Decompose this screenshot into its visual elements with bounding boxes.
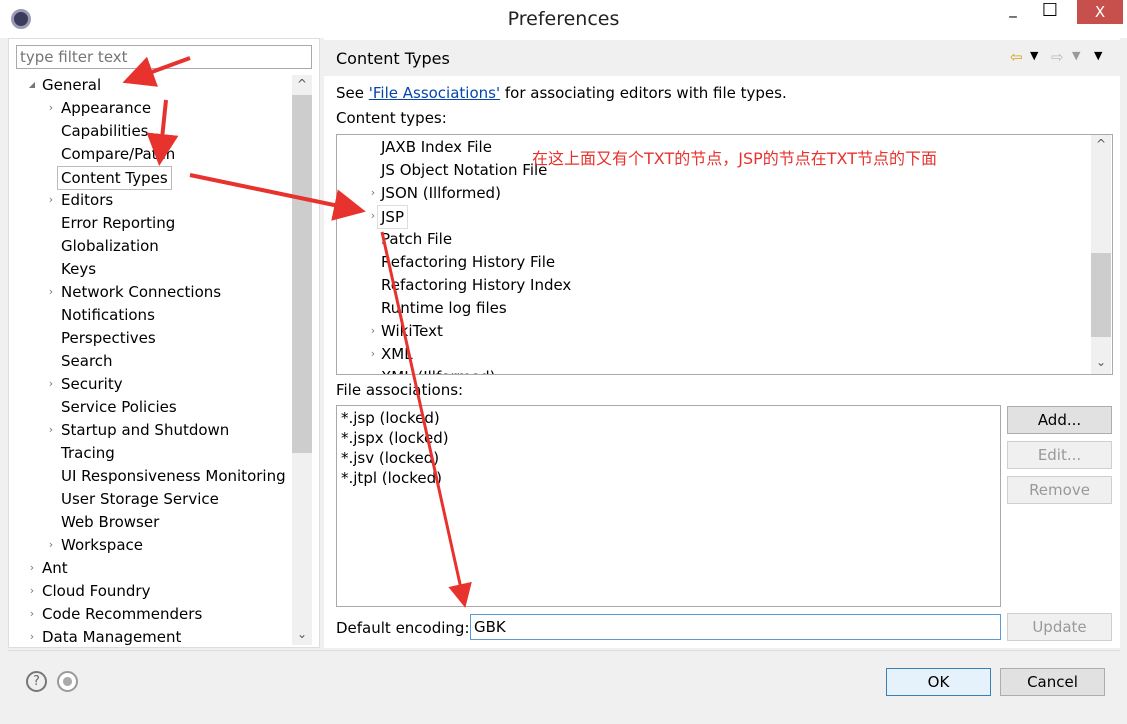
arrow-to-content-types <box>146 99 179 166</box>
arrow-to-encoding <box>380 231 472 608</box>
annotation-arrows <box>122 56 472 608</box>
arrow-to-general <box>122 56 191 87</box>
arrow-to-jsp <box>189 173 366 221</box>
